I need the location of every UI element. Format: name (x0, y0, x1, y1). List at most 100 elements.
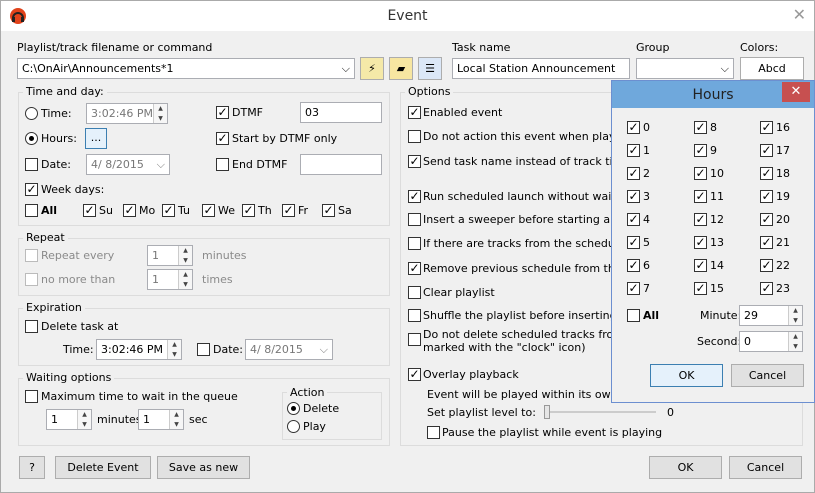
hour-7-checkbox[interactable]: ✓ (627, 282, 640, 295)
hour-9-checkbox[interactable]: ✓ (694, 144, 707, 157)
group-select[interactable]: ⌵ (636, 58, 734, 79)
no-more-than-spin[interactable]: ▲ ▼ (178, 270, 192, 289)
exp-date-input[interactable]: 4/ 8/2015 ⌵ (245, 339, 333, 360)
minute-spin[interactable]: ▲ ▼ (788, 306, 802, 325)
wait-sec-input[interactable]: 1 ▲ ▼ (138, 409, 184, 430)
cancel-button[interactable]: Cancel (729, 456, 802, 479)
all-days-checkbox[interactable] (25, 204, 38, 217)
date-input[interactable]: 4/ 8/2015 ⌵ (86, 154, 170, 175)
hours-radio[interactable] (25, 132, 38, 145)
repeat-every-spin[interactable]: ▲ ▼ (178, 246, 192, 265)
repeat-every-input[interactable]: 1 ▲ ▼ (147, 245, 193, 266)
wait-sec-spin[interactable]: ▲ ▼ (169, 410, 183, 429)
delete-task-checkbox[interactable] (25, 320, 38, 333)
hour-19-checkbox[interactable]: ✓ (760, 190, 773, 203)
day-th-checkbox[interactable]: ✓ (242, 204, 255, 217)
action-play-radio[interactable] (287, 420, 300, 433)
opt-shuffle-checkbox[interactable] (408, 309, 421, 322)
exp-date-checkbox[interactable] (197, 343, 210, 356)
opt-sweeper-checkbox[interactable] (408, 213, 421, 226)
action-delete-radio[interactable] (287, 402, 300, 415)
weekdays-checkbox[interactable]: ✓ (25, 183, 38, 196)
hour-18-checkbox[interactable]: ✓ (760, 167, 773, 180)
no-more-than-input[interactable]: 1 ▲ ▼ (147, 269, 193, 290)
hour-8-checkbox[interactable]: ✓ (694, 121, 707, 134)
dtmf-input[interactable]: 03 (300, 102, 382, 123)
hour-10-checkbox[interactable]: ✓ (694, 167, 707, 180)
dtmf-checkbox[interactable]: ✓ (216, 106, 229, 119)
max-wait-checkbox[interactable] (25, 390, 38, 403)
hour-12-checkbox[interactable]: ✓ (694, 213, 707, 226)
level-slider-track[interactable] (546, 411, 656, 413)
pause-checkbox[interactable] (427, 426, 440, 439)
day-su-checkbox[interactable]: ✓ (83, 204, 96, 217)
chevron-down-icon[interactable]: ⌵ (342, 62, 350, 76)
day-fr-checkbox[interactable]: ✓ (282, 204, 295, 217)
hour-17-checkbox[interactable]: ✓ (760, 144, 773, 157)
start-dtmf-checkbox[interactable]: ✓ (216, 132, 229, 145)
lightning-button[interactable]: ⚡ (360, 57, 384, 80)
time-input[interactable]: 3:02:46 PM ▲ ▼ (86, 103, 168, 124)
help-button[interactable]: ? (19, 456, 45, 479)
opt-do-not-delete-checkbox[interactable] (408, 333, 421, 346)
hour-16-checkbox[interactable]: ✓ (760, 121, 773, 134)
delete-event-button[interactable]: Delete Event (55, 456, 151, 479)
list-button[interactable]: ☰ (418, 57, 442, 80)
chevron-down-icon[interactable]: ⌵ (157, 158, 165, 172)
opt-clear-playlist-checkbox[interactable] (408, 286, 421, 299)
time-spin[interactable]: ▲ ▼ (153, 104, 167, 123)
task-name-input[interactable]: Local Station Announcement (452, 58, 630, 79)
hour-6-checkbox[interactable]: ✓ (627, 259, 640, 272)
close-icon[interactable]: ✕ (793, 5, 806, 24)
hour-13-checkbox[interactable]: ✓ (694, 236, 707, 249)
folder-button[interactable]: ▰ (389, 57, 413, 80)
opt-do-not-action-checkbox[interactable] (408, 130, 421, 143)
wait-minutes-spin[interactable]: ▲ ▼ (77, 410, 91, 429)
hours-ok-button[interactable]: OK (650, 364, 723, 387)
exp-time-spin[interactable]: ▲ ▼ (167, 340, 181, 359)
hour-4-checkbox[interactable]: ✓ (627, 213, 640, 226)
overlay-checkbox[interactable]: ✓ (408, 368, 421, 381)
day-tu-checkbox[interactable]: ✓ (162, 204, 175, 217)
hour-22-checkbox[interactable]: ✓ (760, 259, 773, 272)
hour-21-checkbox[interactable]: ✓ (760, 236, 773, 249)
hour-20-checkbox[interactable]: ✓ (760, 213, 773, 226)
exp-time-input[interactable]: 3:02:46 PM ▲ ▼ (96, 339, 182, 360)
minute-input[interactable]: 29 ▲ ▼ (739, 305, 803, 326)
time-radio[interactable] (25, 107, 38, 120)
hour-0-checkbox[interactable]: ✓ (627, 121, 640, 134)
hour-5-checkbox[interactable]: ✓ (627, 236, 640, 249)
second-spin[interactable]: ▲ ▼ (788, 332, 802, 351)
end-dtmf-input[interactable] (300, 154, 382, 175)
end-dtmf-checkbox[interactable] (216, 158, 229, 171)
day-sa-checkbox[interactable]: ✓ (322, 204, 335, 217)
hour-14-checkbox[interactable]: ✓ (694, 259, 707, 272)
hours-button[interactable]: ... (85, 128, 107, 149)
level-slider-thumb[interactable] (544, 405, 550, 419)
day-mo-checkbox[interactable]: ✓ (123, 204, 136, 217)
day-we-checkbox[interactable]: ✓ (202, 204, 215, 217)
ok-button[interactable]: OK (649, 456, 722, 479)
hour-11-checkbox[interactable]: ✓ (694, 190, 707, 203)
save-as-new-button[interactable]: Save as new (157, 456, 250, 479)
hour-15-checkbox[interactable]: ✓ (694, 282, 707, 295)
hour-3-checkbox[interactable]: ✓ (627, 190, 640, 203)
hours-cancel-button[interactable]: Cancel (731, 364, 804, 387)
hour-23-checkbox[interactable]: ✓ (760, 282, 773, 295)
opt-remove-previous-checkbox[interactable]: ✓ (408, 262, 421, 275)
opt-run-scheduled-checkbox[interactable]: ✓ (408, 190, 421, 203)
opt-enabled-checkbox[interactable]: ✓ (408, 106, 421, 119)
playlist-input[interactable]: C:\OnAir\Announcements*1 ⌵ (17, 58, 355, 79)
colors-button[interactable]: Abcd (740, 57, 804, 80)
chevron-down-icon[interactable]: ⌵ (721, 62, 729, 76)
wait-minutes-input[interactable]: 1 ▲ ▼ (46, 409, 92, 430)
hour-1-checkbox[interactable]: ✓ (627, 144, 640, 157)
opt-send-task-checkbox[interactable]: ✓ (408, 155, 421, 168)
no-more-than-checkbox[interactable] (25, 273, 38, 286)
chevron-down-icon[interactable]: ⌵ (320, 343, 328, 357)
hour-2-checkbox[interactable]: ✓ (627, 167, 640, 180)
repeat-every-checkbox[interactable] (25, 249, 38, 262)
opt-tracks-schedule-checkbox[interactable] (408, 237, 421, 250)
date-checkbox[interactable] (25, 158, 38, 171)
hours-all-checkbox[interactable] (627, 309, 640, 322)
